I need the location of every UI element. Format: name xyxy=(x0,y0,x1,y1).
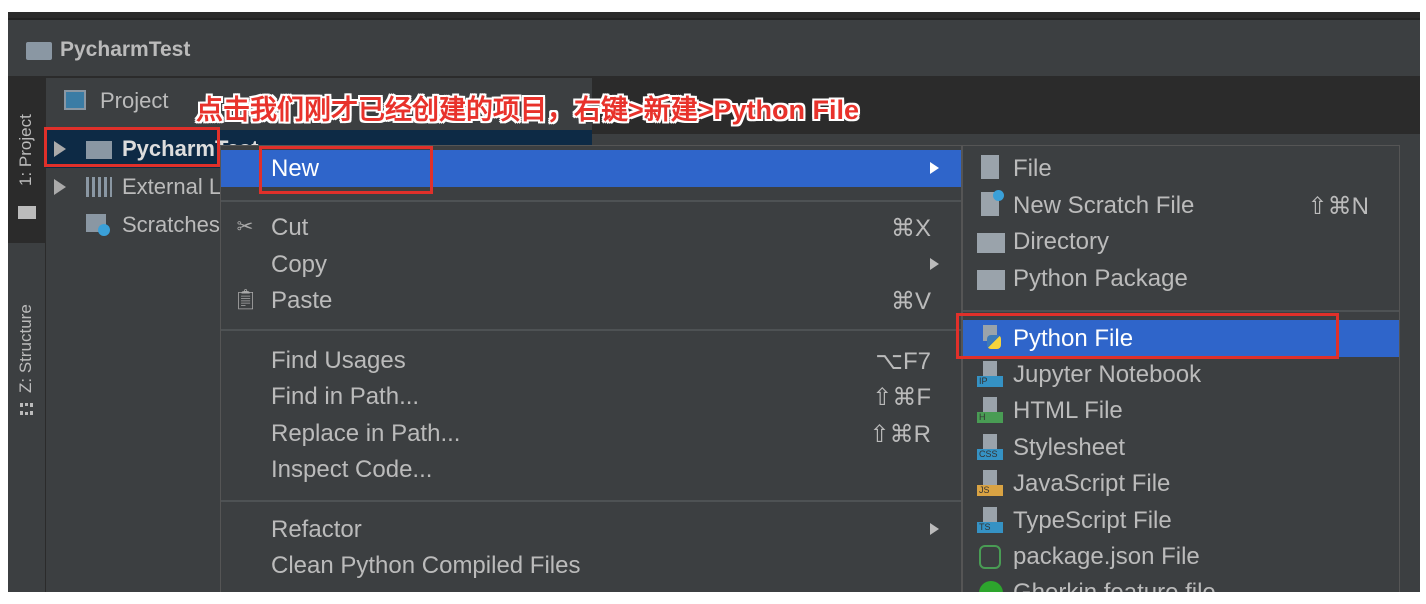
menu-item-label: JavaScript File xyxy=(1013,470,1171,497)
menu-item-label: Gherkin feature file xyxy=(1013,579,1216,592)
submenu-item-html[interactable]: H HTML File xyxy=(963,392,1399,429)
submenu-arrow-icon xyxy=(930,162,939,174)
scratch-file-icon xyxy=(977,190,1004,220)
clock-icon xyxy=(98,224,110,236)
menu-item-replace-in-path[interactable]: Replace in Path... ⇧⌘R xyxy=(221,415,961,452)
ts-file-icon: TS xyxy=(977,507,1003,535)
css-file-icon: CSS xyxy=(977,434,1003,462)
menu-item-label: New Scratch File xyxy=(1013,192,1195,219)
menu-item-find-usages[interactable]: Find Usages ⌥F7 xyxy=(221,342,961,379)
folder-icon xyxy=(18,206,36,219)
nodejs-icon xyxy=(977,543,1003,571)
menu-item-label: Directory xyxy=(1013,228,1110,255)
gherkin-icon xyxy=(977,579,1003,592)
menu-item-label: Paste xyxy=(271,287,333,314)
menu-item-label: Refactor xyxy=(271,516,362,543)
html-file-icon: H xyxy=(977,397,1003,425)
menu-item-label: HTML File xyxy=(1013,397,1123,424)
clipboard-icon: 📋︎ xyxy=(233,289,259,311)
scissors-icon: ✂ xyxy=(236,216,254,238)
library-icon xyxy=(86,177,112,197)
menu-item-label: TypeScript File xyxy=(1013,507,1172,534)
folder-icon xyxy=(26,42,52,60)
submenu-item-stylesheet[interactable]: CSS Stylesheet xyxy=(963,429,1399,466)
menu-item-label: Find in Path... xyxy=(271,383,420,410)
menu-item-clean-compiled[interactable]: Clean Python Compiled Files xyxy=(221,547,961,584)
submenu-item-typescript[interactable]: TS TypeScript File xyxy=(963,502,1399,539)
menu-item-label: Inspect Code... xyxy=(271,456,433,483)
highlight-box-new xyxy=(259,146,433,194)
menu-item-copy[interactable]: Copy xyxy=(221,246,961,283)
tab-project-label: 1: Project xyxy=(16,114,35,186)
shortcut: ⌥F7 xyxy=(875,348,931,375)
tab-structure-label: Z: Structure xyxy=(16,304,35,393)
highlight-box-project xyxy=(44,127,220,167)
menu-item-label: Stylesheet xyxy=(1013,434,1126,461)
file-icon xyxy=(977,155,1003,183)
menu-item-label: Python Package xyxy=(1013,265,1188,292)
menu-separator xyxy=(221,500,961,502)
menu-item-label: Jupyter Notebook xyxy=(1013,361,1202,388)
submenu-item-python-package[interactable]: Python Package xyxy=(963,260,1399,297)
submenu-item-javascript[interactable]: JS JavaScript File xyxy=(963,465,1399,502)
menu-item-label: Clean Python Compiled Files xyxy=(271,552,581,579)
project-title: PycharmTest xyxy=(60,38,191,61)
shortcut: ⌘V xyxy=(890,288,931,315)
menu-separator xyxy=(963,310,1399,312)
menu-item-label: package.json File xyxy=(1013,543,1200,570)
project-view-icon xyxy=(64,90,86,110)
context-menu: New ✂ Cut ⌘X Copy 📋︎ Paste ⌘V Find Usages ⌥F7… xyxy=(220,145,962,592)
menu-item-label: File xyxy=(1013,155,1052,182)
shortcut: ⇧⌘R xyxy=(869,421,931,448)
submenu-item-package-json[interactable]: package.json File xyxy=(963,538,1399,575)
menu-item-paste[interactable]: 📋︎ Paste ⌘V xyxy=(221,282,961,319)
tab-project[interactable]: 1: Project xyxy=(8,78,46,243)
submenu-arrow-icon xyxy=(930,523,939,535)
title-bar: PycharmTest xyxy=(8,18,1420,76)
shortcut: ⇧⌘F xyxy=(872,384,931,411)
menu-item-label: Copy xyxy=(271,251,328,278)
new-submenu: File New Scratch File ⇧⌘N Directory Pytho… xyxy=(962,145,1400,592)
menu-item-find-in-path[interactable]: Find in Path... ⇧⌘F xyxy=(221,378,961,415)
folder-icon xyxy=(977,228,1005,256)
structure-icon xyxy=(20,403,33,415)
submenu-item-directory[interactable]: Directory xyxy=(963,223,1399,260)
shortcut: ⌘X xyxy=(890,215,931,242)
tool-window-strip: 1: Project Z: Structure xyxy=(8,78,46,592)
menu-separator xyxy=(221,200,961,202)
js-file-icon: JS xyxy=(977,470,1003,498)
package-icon xyxy=(977,265,1005,293)
shortcut: ⇧⌘N xyxy=(1307,193,1369,220)
submenu-item-jupyter[interactable]: IP Jupyter Notebook xyxy=(963,356,1399,393)
submenu-item-file[interactable]: File xyxy=(963,150,1399,187)
menu-item-label: Replace in Path... xyxy=(271,420,461,447)
jupyter-icon: IP xyxy=(977,361,1003,389)
menu-item-label: Cut xyxy=(271,214,309,241)
menu-item-cut[interactable]: ✂ Cut ⌘X xyxy=(221,209,961,246)
menu-item-label: Find Usages xyxy=(271,347,406,374)
annotation-text: 点击我们刚才已经创建的项目，右键>新建>Python File xyxy=(196,95,860,125)
submenu-item-gherkin[interactable]: Gherkin feature file xyxy=(963,574,1399,592)
menu-item-inspect-code[interactable]: Inspect Code... xyxy=(221,451,961,488)
project-view-dropdown[interactable]: Project xyxy=(100,88,168,114)
menu-item-refactor[interactable]: Refactor xyxy=(221,511,961,548)
expand-arrow-icon[interactable] xyxy=(54,179,66,195)
submenu-item-scratch-file[interactable]: New Scratch File ⇧⌘N xyxy=(963,187,1399,224)
pycharm-window: PycharmTest 1: Project Z: Structure Proj… xyxy=(8,12,1420,592)
submenu-arrow-icon xyxy=(930,258,939,270)
highlight-box-python-file xyxy=(956,313,1339,359)
menu-separator xyxy=(221,329,961,331)
